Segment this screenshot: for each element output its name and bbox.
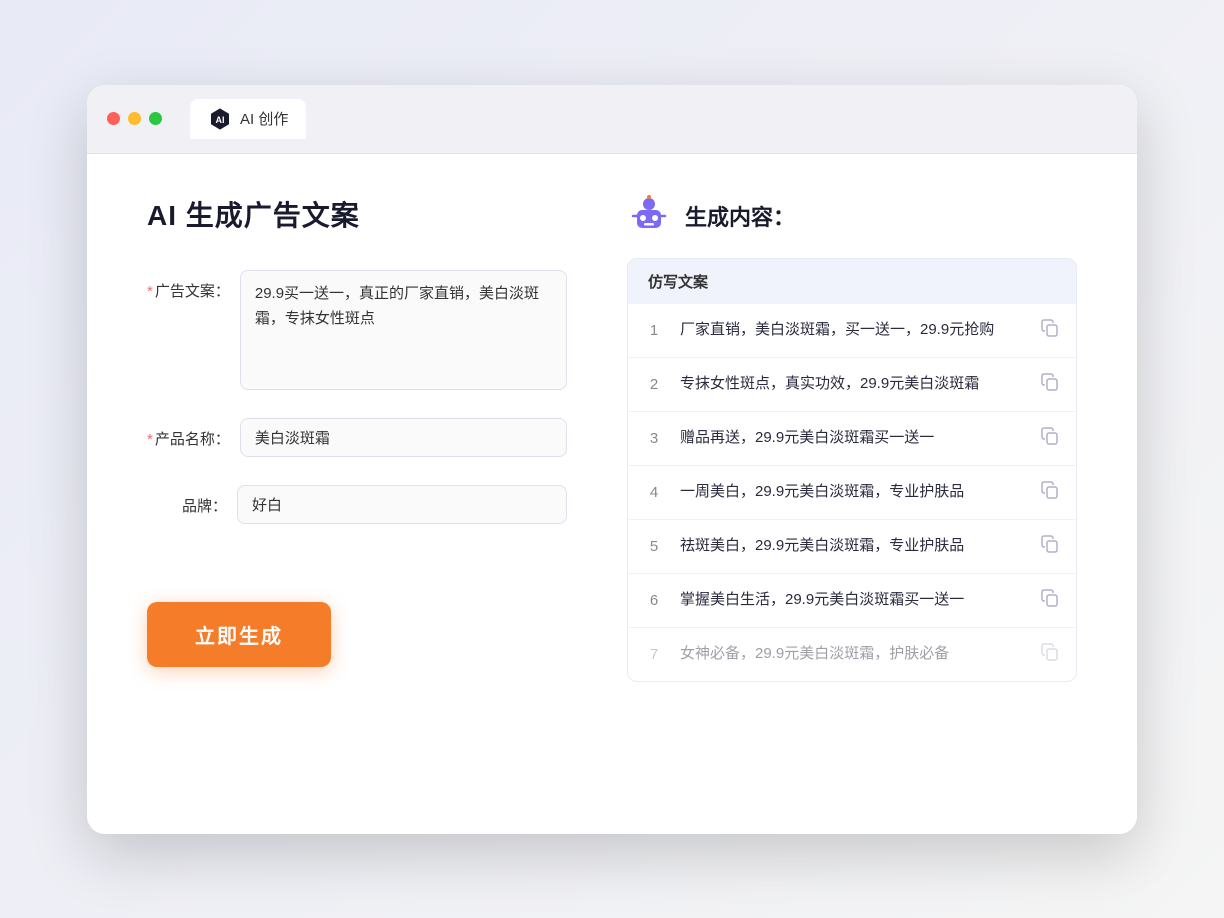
copy-icon[interactable] <box>1040 480 1060 505</box>
close-button[interactable] <box>107 112 120 125</box>
ai-tab-icon: AI <box>208 107 232 131</box>
svg-text:AI: AI <box>216 115 225 125</box>
result-table-header: 仿写文案 <box>628 259 1076 304</box>
row-text: 厂家直销，美白淡斑霜，买一送一，29.9元抢购 <box>680 319 1024 342</box>
product-name-label: *产品名称： <box>147 418 230 449</box>
table-row: 5 祛斑美白，29.9元美白淡斑霜，专业护肤品 <box>628 520 1076 574</box>
product-name-group: *产品名称： <box>147 418 567 457</box>
brand-group: 品牌： <box>147 485 567 524</box>
copy-icon[interactable] <box>1040 318 1060 343</box>
result-title: 生成内容： <box>685 200 795 232</box>
table-row: 4 一周美白，29.9元美白淡斑霜，专业护肤品 <box>628 466 1076 520</box>
ad-text-label: *广告文案： <box>147 270 230 301</box>
result-header: 生成内容： <box>627 194 1077 238</box>
row-number: 3 <box>644 430 664 447</box>
minimize-button[interactable] <box>128 112 141 125</box>
product-required-star: * <box>147 431 153 448</box>
browser-window: AI AI 创作 AI 生成广告文案 *广告文案： 29.9买一送一，真正的厂家… <box>87 85 1137 834</box>
copy-icon[interactable] <box>1040 588 1060 613</box>
maximize-button[interactable] <box>149 112 162 125</box>
row-text: 一周美白，29.9元美白淡斑霜，专业护肤品 <box>680 481 1024 504</box>
row-text: 祛斑美白，29.9元美白淡斑霜，专业护肤品 <box>680 535 1024 558</box>
table-row: 3 赠品再送，29.9元美白淡斑霜买一送一 <box>628 412 1076 466</box>
brand-label: 品牌： <box>147 485 227 516</box>
ad-text-input[interactable]: 29.9买一送一，真正的厂家直销，美白淡斑霜，专抹女性斑点 <box>240 270 567 390</box>
row-text: 女神必备，29.9元美白淡斑霜，护肤必备 <box>680 643 1024 666</box>
table-row: 2 专抹女性斑点，真实功效，29.9元美白淡斑霜 <box>628 358 1076 412</box>
row-text: 赠品再送，29.9元美白淡斑霜买一送一 <box>680 427 1024 450</box>
row-text: 掌握美白生活，29.9元美白淡斑霜买一送一 <box>680 589 1024 612</box>
product-name-input[interactable] <box>240 418 567 457</box>
traffic-lights <box>107 112 162 125</box>
ad-text-group: *广告文案： 29.9买一送一，真正的厂家直销，美白淡斑霜，专抹女性斑点 <box>147 270 567 390</box>
right-panel: 生成内容： 仿写文案 1 厂家直销，美白淡斑霜，买一送一，29.9元抢购 2 专抹女… <box>627 194 1077 794</box>
row-text: 专抹女性斑点，真实功效，29.9元美白淡斑霜 <box>680 373 1024 396</box>
generate-button[interactable]: 立即生成 <box>147 602 331 667</box>
page-title: AI 生成广告文案 <box>147 194 567 234</box>
table-row: 6 掌握美白生活，29.9元美白淡斑霜买一送一 <box>628 574 1076 628</box>
row-number: 4 <box>644 484 664 501</box>
table-row: 1 厂家直销，美白淡斑霜，买一送一，29.9元抢购 <box>628 304 1076 358</box>
ad-required-star: * <box>147 283 153 300</box>
row-number: 7 <box>644 646 664 663</box>
brand-input[interactable] <box>237 485 567 524</box>
robot-icon <box>627 194 671 238</box>
row-number: 2 <box>644 376 664 393</box>
copy-icon[interactable] <box>1040 642 1060 667</box>
table-row: 7 女神必备，29.9元美白淡斑霜，护肤必备 <box>628 628 1076 681</box>
tab-label: AI 创作 <box>240 108 288 129</box>
left-panel: AI 生成广告文案 *广告文案： 29.9买一送一，真正的厂家直销，美白淡斑霜，… <box>147 194 567 794</box>
row-number: 6 <box>644 592 664 609</box>
browser-content: AI 生成广告文案 *广告文案： 29.9买一送一，真正的厂家直销，美白淡斑霜，… <box>87 154 1137 834</box>
ai-tab[interactable]: AI AI 创作 <box>190 99 306 139</box>
copy-icon[interactable] <box>1040 426 1060 451</box>
browser-titlebar: AI AI 创作 <box>87 85 1137 154</box>
result-rows-container: 1 厂家直销，美白淡斑霜，买一送一，29.9元抢购 2 专抹女性斑点，真实功效，29… <box>628 304 1076 681</box>
result-table: 仿写文案 1 厂家直销，美白淡斑霜，买一送一，29.9元抢购 2 专抹女性斑点，真实… <box>627 258 1077 682</box>
row-number: 5 <box>644 538 664 555</box>
copy-icon[interactable] <box>1040 372 1060 397</box>
row-number: 1 <box>644 322 664 339</box>
copy-icon[interactable] <box>1040 534 1060 559</box>
